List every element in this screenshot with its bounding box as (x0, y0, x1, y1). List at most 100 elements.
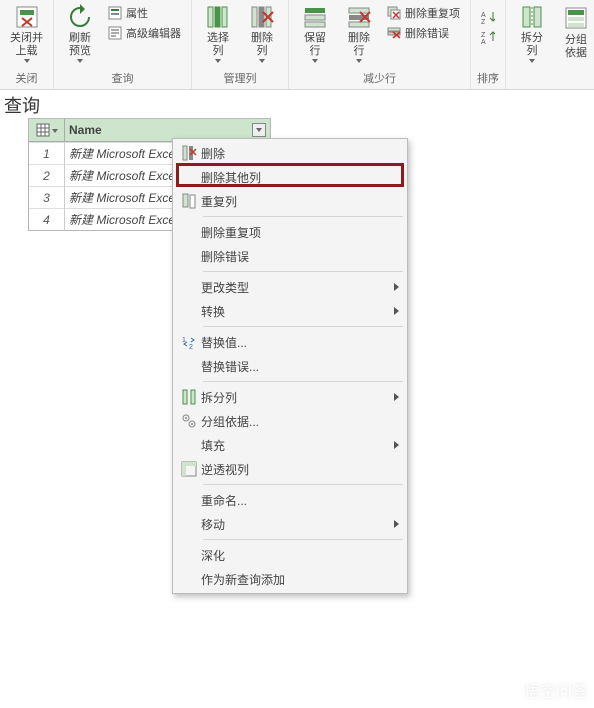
ctx-remove-err-label: 删除错误 (201, 248, 385, 265)
close-load-label: 关闭并 上载 (10, 32, 43, 58)
ctx-rename[interactable]: 重命名... (173, 488, 407, 512)
ctx-fill-label: 填充 (201, 437, 385, 454)
duplicate-icon (177, 193, 201, 209)
row-number: 1 (29, 142, 65, 164)
submenu-arrow-icon (394, 393, 399, 401)
remove-rows-label: 删除 行 (348, 32, 370, 58)
svg-text:Z: Z (481, 32, 486, 39)
remove-column-icon (177, 145, 201, 161)
column-header-label: Name (69, 123, 102, 137)
refresh-icon (66, 4, 94, 30)
dropdown-icon (356, 59, 362, 63)
properties-button[interactable]: 属性 (104, 4, 185, 22)
submenu-arrow-icon (394, 307, 399, 315)
group-by-label: 分组 依据 (565, 34, 587, 60)
ctx-move[interactable]: 移动 (173, 512, 407, 536)
dropdown-icon (215, 59, 221, 63)
remove-columns-icon (248, 4, 276, 30)
column-context-menu: 删除 删除其他列 重复列 删除重复项 删除错误 更改类型 转换 12替换值...… (172, 138, 408, 594)
ribbon-group-sort: AZ ZA 排序 (471, 0, 506, 89)
ctx-change-type[interactable]: 更改类型 (173, 275, 407, 299)
sort-asc-button[interactable]: AZ (477, 8, 499, 26)
ctx-remove-label: 删除 (201, 145, 385, 162)
column-filter-button[interactable] (252, 123, 266, 137)
keep-rows-icon (301, 4, 329, 30)
separator (203, 381, 403, 382)
remove-duplicates-icon (387, 6, 401, 20)
remove-errors-label: 删除错误 (405, 25, 449, 41)
svg-text:A: A (481, 12, 486, 19)
refresh-preview-button[interactable]: 刷新 预览 (60, 2, 100, 64)
dropdown-icon (312, 59, 318, 63)
ctx-split-label: 拆分列 (201, 389, 385, 406)
table-icon (36, 123, 50, 137)
group-by-icon (562, 4, 590, 32)
remove-errors-icon (387, 26, 401, 40)
split-column-button[interactable]: 拆分 列 (512, 2, 552, 64)
ctx-group-by-label: 分组依据... (201, 413, 385, 430)
ctx-remove-other-label: 删除其他列 (201, 169, 385, 186)
submenu-arrow-icon (394, 520, 399, 528)
ctx-replace-values[interactable]: 12替换值... (173, 330, 407, 354)
svg-text:2: 2 (189, 344, 193, 350)
advanced-editor-button[interactable]: 高级编辑器 (104, 24, 185, 42)
ctx-remove-duplicates[interactable]: 删除重复项 (173, 220, 407, 244)
submenu-arrow-icon (394, 441, 399, 449)
choose-columns-button[interactable]: 选择 列 (198, 2, 238, 64)
group-by-button[interactable]: 分组 依据 (556, 2, 594, 64)
group-caption-manage-cols: 管理列 (198, 68, 282, 89)
ctx-drill-down[interactable]: 深化 (173, 543, 407, 567)
remove-duplicates-button[interactable]: 删除重复项 (383, 4, 464, 22)
row-number: 3 (29, 186, 65, 208)
group-caption-query: 查询 (60, 68, 185, 89)
ctx-remove[interactable]: 删除 (173, 141, 407, 165)
ctx-change-type-label: 更改类型 (201, 279, 385, 296)
remove-rows-button[interactable]: 删除 行 (339, 2, 379, 64)
row-number: 4 (29, 208, 65, 230)
choose-columns-icon (204, 4, 232, 30)
properties-icon (108, 6, 122, 20)
ctx-unpivot-label: 逆透视列 (201, 461, 385, 478)
grid-corner-button[interactable] (29, 119, 65, 141)
ctx-duplicate-column[interactable]: 重复列 (173, 189, 407, 213)
dropdown-icon (77, 59, 83, 63)
remove-errors-button[interactable]: 删除错误 (383, 24, 464, 42)
ctx-add-as-new-query[interactable]: 作为新查询添加 (173, 567, 407, 591)
editor-panel-label: 查询 (0, 90, 44, 120)
group-caption-close: 关闭 (6, 68, 47, 89)
separator (203, 484, 403, 485)
ctx-transform-label: 转换 (201, 303, 385, 320)
ctx-unpivot[interactable]: 逆透视列 (173, 457, 407, 481)
refresh-label: 刷新 预览 (69, 32, 91, 58)
row-number: 2 (29, 164, 65, 186)
properties-label: 属性 (126, 5, 148, 21)
ctx-remove-dup-label: 删除重复项 (201, 224, 385, 241)
ribbon-group-close: 关闭并 上载 关闭 (0, 0, 54, 89)
unpivot-icon (177, 461, 201, 477)
ctx-fill[interactable]: 填充 (173, 433, 407, 457)
group-caption-reduce-rows: 减少行 (295, 68, 464, 89)
ctx-remove-errors[interactable]: 删除错误 (173, 244, 407, 268)
ctx-replace-errors[interactable]: 替换错误... (173, 354, 407, 378)
keep-rows-button[interactable]: 保留 行 (295, 2, 335, 64)
sort-desc-button[interactable]: ZA (477, 28, 499, 46)
ribbon: 关闭并 上载 关闭 刷新 预览 属性 高级编辑器 (0, 0, 594, 90)
watermark-text: 悟空问答 (524, 678, 588, 702)
replace-values-icon: 12 (177, 334, 201, 350)
ctx-split-column[interactable]: 拆分列 (173, 385, 407, 409)
submenu-arrow-icon (394, 283, 399, 291)
ctx-move-label: 移动 (201, 516, 385, 533)
remove-columns-label: 删除 列 (251, 32, 273, 58)
ctx-remove-other-columns[interactable]: 删除其他列 (173, 165, 407, 189)
watermark: 悟空问答 (496, 678, 588, 702)
keep-rows-label: 保留 行 (304, 32, 326, 58)
close-and-load-button[interactable]: 关闭并 上载 (6, 2, 47, 64)
dropdown-icon (259, 59, 265, 63)
remove-duplicates-label: 删除重复项 (405, 5, 460, 21)
advanced-editor-label: 高级编辑器 (126, 25, 181, 41)
remove-columns-button[interactable]: 删除 列 (242, 2, 282, 64)
ctx-transform[interactable]: 转换 (173, 299, 407, 323)
ctx-replace-values-label: 替换值... (201, 334, 385, 351)
sort-desc-icon: ZA (481, 30, 495, 44)
ctx-group-by[interactable]: 分组依据... (173, 409, 407, 433)
